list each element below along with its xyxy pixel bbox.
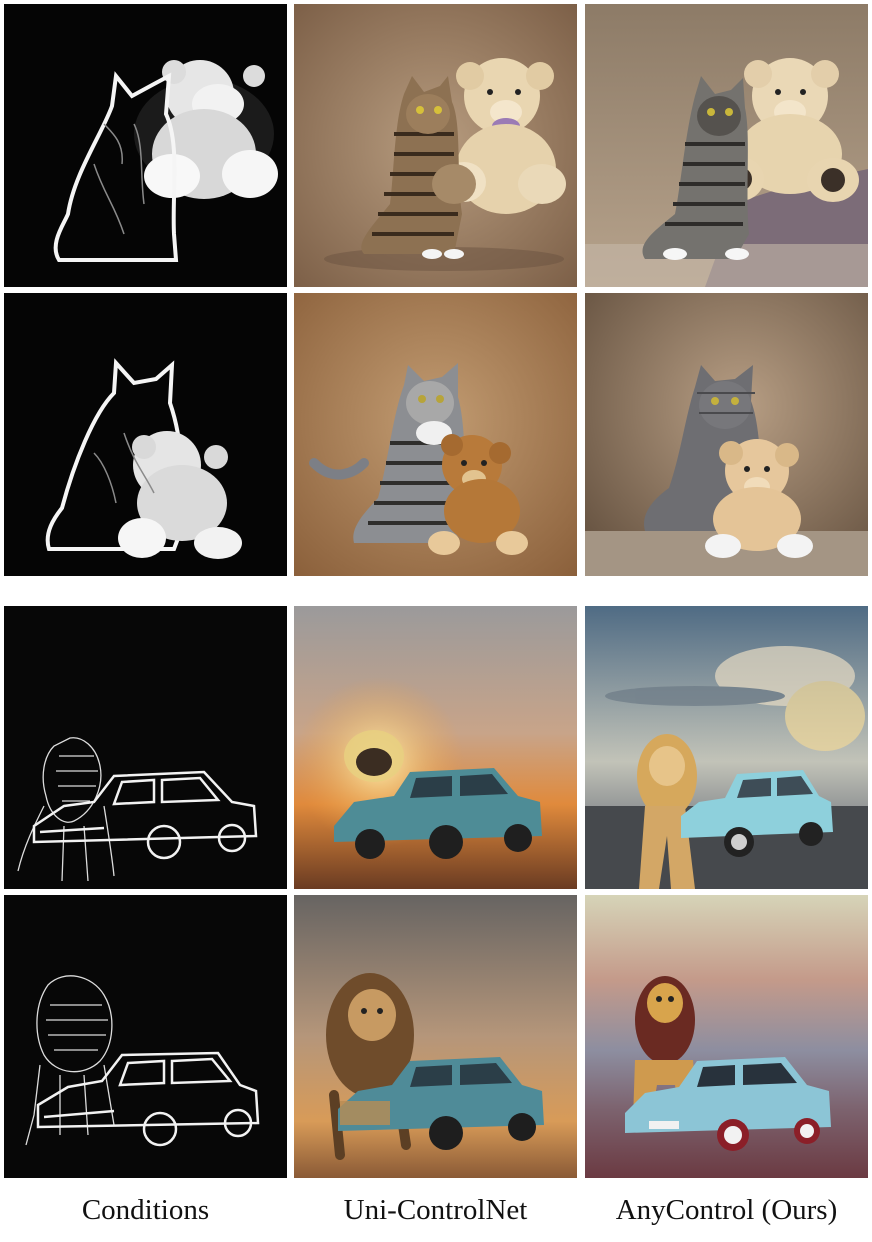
row1-uni-controlnet-image — [294, 4, 577, 287]
column-label-anycontrol: AnyControl (Ours) — [615, 1194, 838, 1226]
row3-uni-controlnet-image — [294, 606, 577, 889]
blurred-lion-figure — [344, 730, 404, 782]
row4-condition-image — [4, 895, 287, 1178]
row1-anycontrol-image — [585, 4, 868, 287]
row4-uni-controlnet-image — [294, 895, 577, 1178]
row2-uni-controlnet-image — [294, 293, 577, 576]
row1-condition-image — [4, 4, 287, 287]
row2-anycontrol-image — [585, 293, 868, 576]
column-label-conditions: Conditions — [81, 1194, 210, 1226]
row4-anycontrol-image — [585, 895, 868, 1178]
row3-condition-image — [4, 606, 287, 889]
row3-anycontrol-image — [585, 606, 868, 889]
row2-condition-image — [4, 293, 287, 576]
column-label-uni-controlnet: Uni-ControlNet — [343, 1194, 528, 1226]
